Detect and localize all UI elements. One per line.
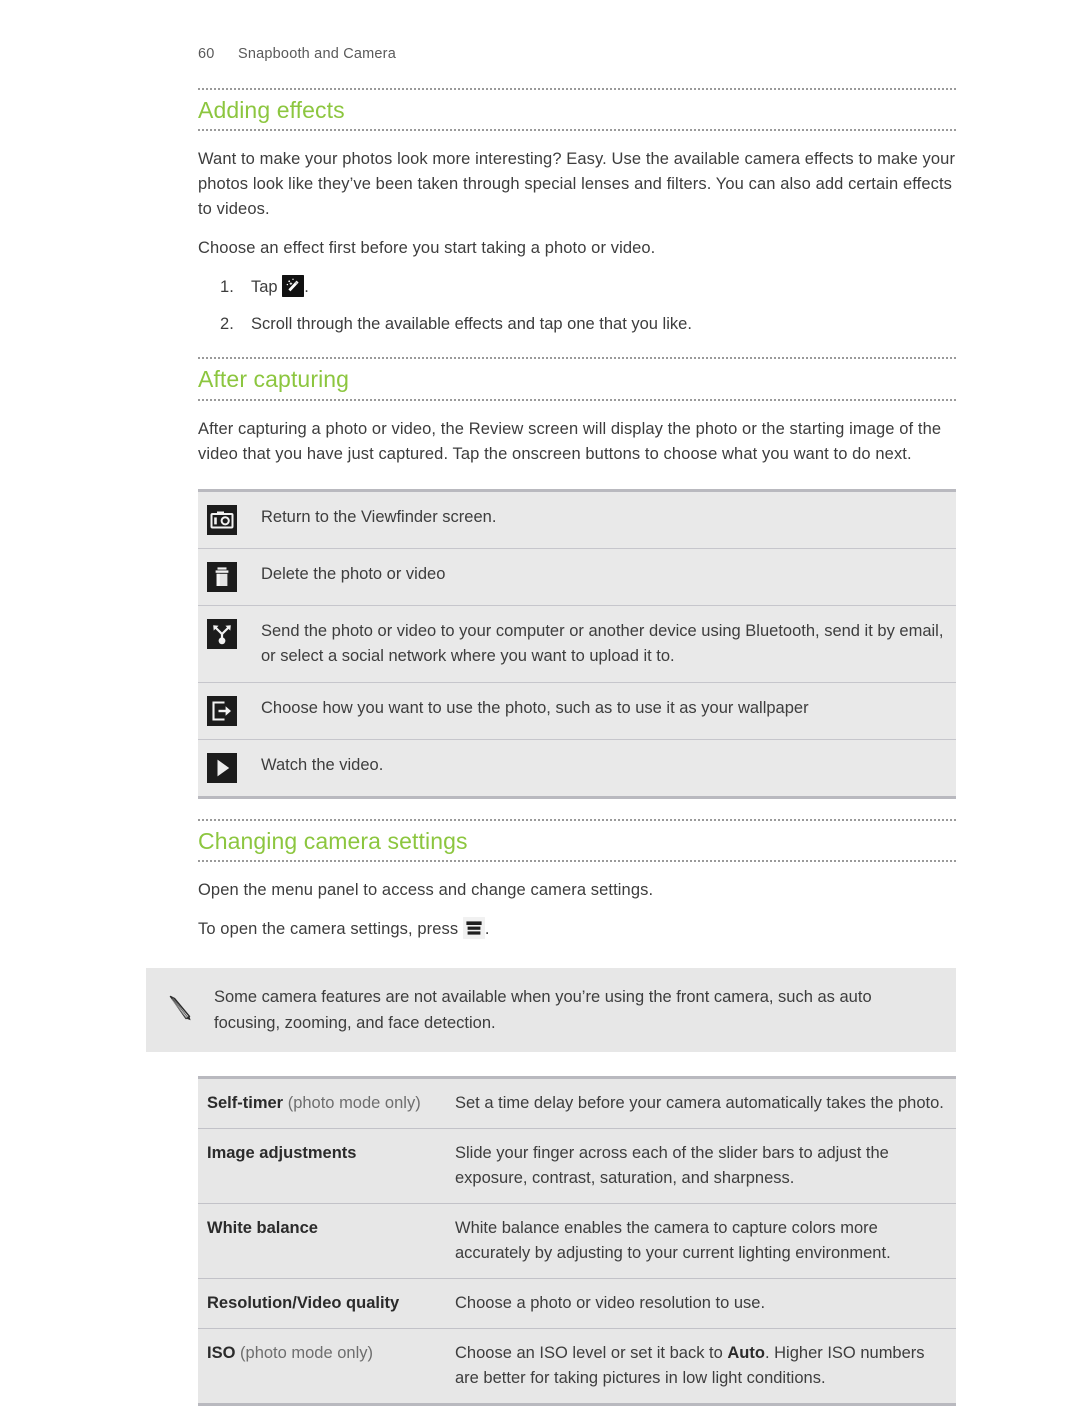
step-text-suffix: .: [304, 278, 309, 297]
table-row: Self-timer (photo mode only) Set a time …: [198, 1078, 956, 1129]
setting-desc: Set a time delay before your camera auto…: [455, 1094, 944, 1113]
note-icon-wrap: [146, 992, 214, 1029]
row-text: Return to the Viewfinder screen.: [261, 507, 497, 526]
pencil-icon: [164, 992, 196, 1029]
section-after-capturing: After capturing After capturing a photo …: [198, 357, 956, 799]
setting-desc: Slide your finger across each of the sli…: [455, 1144, 889, 1188]
table-row: ISO (photo mode only) Choose an ISO leve…: [198, 1328, 956, 1405]
section-heading: Changing camera settings: [198, 818, 956, 863]
step-text-prefix: Tap: [251, 278, 278, 297]
setting-desc-cell: White balance enables the camera to capt…: [441, 1203, 956, 1279]
paragraph: Choose an effect first before you start …: [198, 239, 656, 258]
play-icon[interactable]: [207, 752, 237, 783]
export-icon[interactable]: [207, 695, 237, 726]
table-row: Send the photo or video to your computer…: [198, 604, 956, 683]
after-capturing-table: Return to the Viewfinder screen. Delete …: [198, 488, 956, 799]
row-text: Watch the video.: [261, 738, 956, 798]
setting-name: Image adjustments: [207, 1144, 357, 1163]
setting-name: Self-timer: [207, 1094, 284, 1113]
setting-name: Resolution/Video quality: [207, 1294, 400, 1313]
setting-desc-cell: Choose a photo or video resolution to us…: [441, 1278, 956, 1329]
press-line-suffix: .: [484, 920, 490, 939]
setting-name: ISO: [207, 1344, 236, 1363]
table-row: Image adjustments Slide your finger acro…: [198, 1128, 956, 1204]
share-icon[interactable]: [207, 618, 237, 649]
setting-desc-emphasis: Auto: [727, 1344, 765, 1363]
press-menu-line: To open the camera settings, press .: [198, 917, 956, 942]
row-text: Delete the photo or video: [261, 547, 956, 606]
table-row: Choose how you want to use the photo, su…: [198, 681, 956, 740]
section-heading: After capturing: [198, 357, 956, 401]
press-line-prefix: To open the camera settings, press: [198, 920, 459, 939]
section-changing-camera-settings: Changing camera settings Open the menu p…: [146, 818, 956, 1406]
setting-desc-cell: Set a time delay before your camera auto…: [441, 1078, 956, 1129]
camera-settings-table: Self-timer (photo mode only) Set a time …: [198, 1076, 956, 1406]
table-row: Watch the video.: [198, 738, 956, 798]
row-text: Send the photo or video to your computer…: [261, 604, 956, 683]
setting-name: White balance: [207, 1219, 318, 1238]
list-item: Tap .: [198, 275, 956, 300]
paragraph: After capturing a photo or video, the Re…: [198, 419, 942, 463]
setting-name-qualifier: (photo mode only): [283, 1094, 421, 1113]
section-heading: Adding effects: [198, 88, 956, 132]
table-row: Delete the photo or video: [198, 547, 956, 606]
setting-name-cell: White balance: [198, 1203, 441, 1279]
table-row: White balance White balance enables the …: [198, 1203, 956, 1279]
trash-icon[interactable]: [207, 561, 237, 592]
setting-name-cell: Image adjustments: [198, 1128, 441, 1204]
running-head-title: Snapbooth and Camera: [238, 46, 396, 62]
icon-cell: [198, 547, 261, 606]
row-text: Choose how you want to use the photo, su…: [261, 681, 956, 740]
icon-cell: [198, 681, 261, 740]
list-item: Scroll through the available effects and…: [220, 312, 692, 337]
page-number: 60: [198, 46, 215, 62]
icon-cell: [198, 604, 261, 683]
setting-name-cell: ISO (photo mode only): [198, 1328, 441, 1405]
setting-name-qualifier: (photo mode only): [235, 1344, 374, 1363]
setting-name-cell: Self-timer (photo mode only): [198, 1078, 441, 1129]
paragraph: Open the menu panel to access and change…: [198, 881, 654, 900]
icon-cell: [198, 738, 261, 798]
section-adding-effects: Adding effects Want to make your photos …: [198, 88, 956, 337]
camera-icon[interactable]: [207, 504, 237, 535]
document-page: 60 Snapbooth and Camera Adding effects W…: [0, 0, 1080, 1406]
steps-list: Tap . Scroll through the available effec…: [198, 275, 956, 337]
setting-desc: Choose a photo or video resolution to us…: [455, 1294, 766, 1313]
running-head: 60 Snapbooth and Camera: [198, 46, 956, 68]
page-content: 60 Snapbooth and Camera Adding effects W…: [146, 46, 956, 1406]
setting-name-cell: Resolution/Video quality: [198, 1278, 441, 1329]
note-callout: Some camera features are not available w…: [146, 968, 956, 1053]
setting-desc-pre: Choose an ISO level or set it back to: [455, 1344, 728, 1363]
paragraph: Want to make your photos look more inter…: [198, 150, 956, 219]
table-row: Return to the Viewfinder screen.: [198, 490, 956, 548]
setting-desc-cell: Choose an ISO level or set it back to Au…: [441, 1328, 956, 1405]
setting-desc-cell: Slide your finger across each of the sli…: [441, 1128, 956, 1204]
icon-cell: [198, 490, 261, 548]
table-row: Resolution/Video quality Choose a photo …: [198, 1278, 956, 1329]
magic-wand-icon[interactable]: [282, 275, 305, 298]
note-text: Some camera features are not available w…: [214, 988, 872, 1033]
menu-icon[interactable]: [462, 917, 485, 940]
setting-desc: White balance enables the camera to capt…: [455, 1219, 891, 1263]
